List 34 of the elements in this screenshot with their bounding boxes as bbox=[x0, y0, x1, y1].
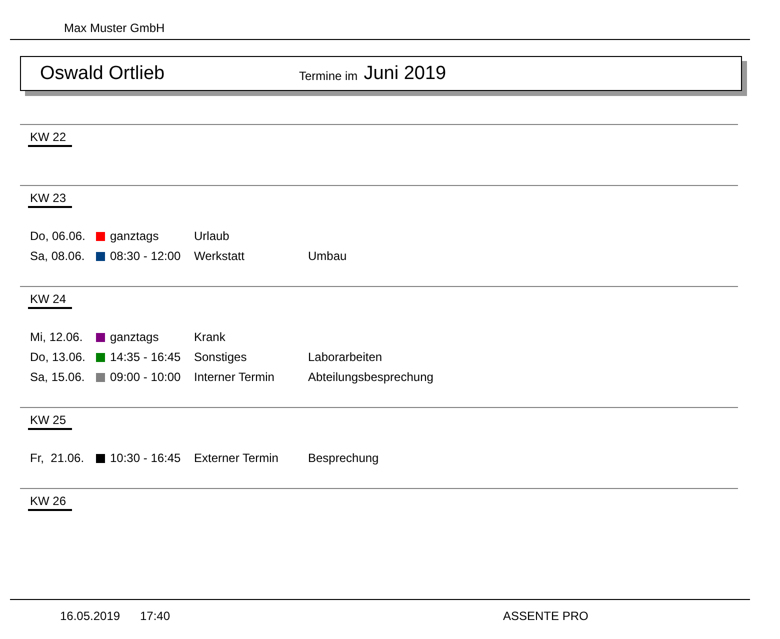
product-name: ASSENTE PRO bbox=[503, 608, 588, 625]
appointment-date: Do, 13.06. bbox=[30, 350, 86, 364]
appointment-type: Werkstatt bbox=[194, 249, 246, 263]
appointment-type: Externer Termin bbox=[194, 451, 280, 465]
week-label: KW 23 bbox=[28, 190, 72, 208]
appointment-note: Umbau bbox=[308, 249, 347, 263]
week-label: KW 25 bbox=[28, 412, 72, 430]
appointment-type: Urlaub bbox=[194, 229, 230, 243]
appointment-date: Mi, 12.06. bbox=[30, 330, 84, 344]
appointment-note: Besprechung bbox=[308, 451, 379, 465]
appointment-type: Sonstiges bbox=[194, 350, 248, 364]
appointment-date: Fr, 21.06. bbox=[30, 451, 86, 465]
appointment-time: ganztags bbox=[110, 229, 160, 243]
week-label: KW 26 bbox=[28, 493, 72, 511]
appointment-time: ganztags bbox=[110, 330, 160, 344]
person-name: Oswald Ortlieb bbox=[40, 62, 166, 84]
appointment-type: Krank bbox=[194, 330, 226, 344]
week-label: KW 24 bbox=[28, 291, 72, 309]
appointment-note: Laborarbeiten bbox=[308, 350, 382, 364]
appointment-time: 14:35 - 16:45 bbox=[110, 350, 182, 364]
appointment-time: 10:30 - 16:45 bbox=[110, 451, 182, 465]
appointment-date: Do, 06.06. bbox=[30, 229, 86, 243]
appointment-time: 09:00 - 10:00 bbox=[110, 370, 182, 384]
appointment-note: Abteilungsbesprechung bbox=[308, 370, 434, 384]
appointment-time: 08:30 - 12:00 bbox=[110, 249, 182, 263]
print-date: 16.05.2019 bbox=[60, 608, 122, 625]
period-title: Juni 2019 bbox=[364, 62, 446, 84]
week-label: KW 22 bbox=[28, 129, 72, 147]
print-time: 17:40 bbox=[140, 608, 172, 625]
company-name: Max Muster GmbH bbox=[64, 20, 165, 36]
title-caption: Termine im bbox=[299, 68, 358, 82]
appointment-type: Interner Termin bbox=[194, 370, 276, 384]
appointment-date: Sa, 15.06. bbox=[30, 370, 86, 384]
appointment-date: Sa, 08.06. bbox=[30, 249, 86, 263]
